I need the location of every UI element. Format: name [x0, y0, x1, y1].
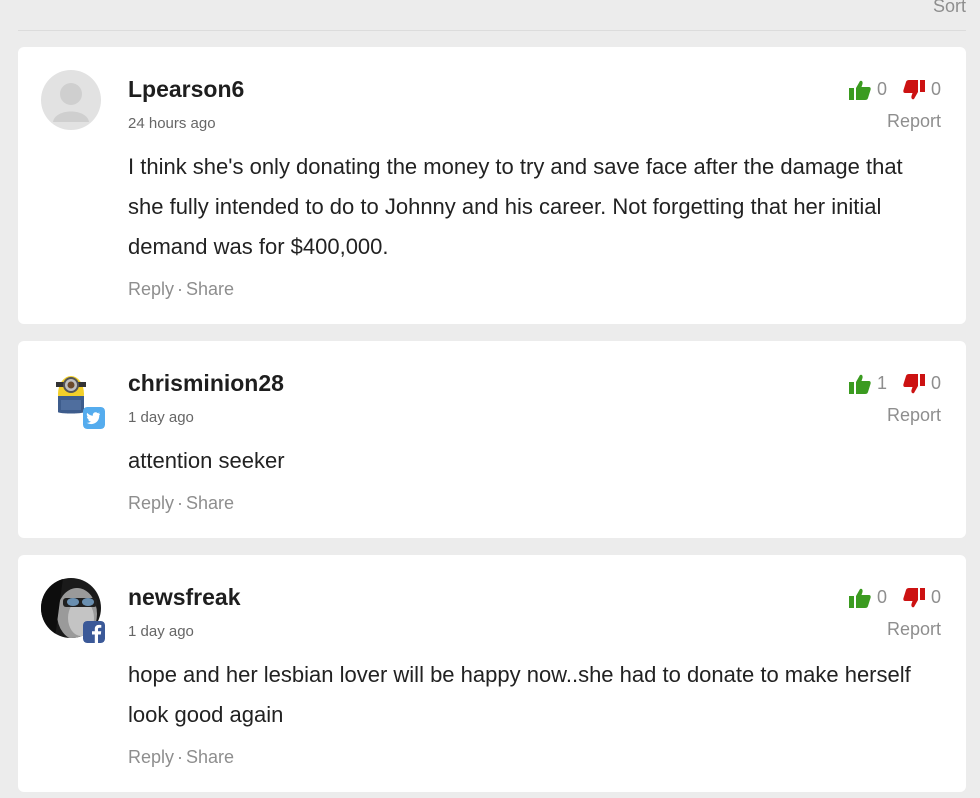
vote-controls: 0 0	[848, 79, 941, 100]
comment-card: chrisminion28 1 day ago 1 0 Report atten…	[18, 341, 966, 538]
report-link[interactable]: Report	[887, 111, 941, 132]
upvote-count: 0	[876, 79, 887, 99]
username[interactable]: newsfreak	[128, 584, 241, 611]
comment-actions: Reply · Share	[128, 493, 234, 514]
comment-card: newsfreak 1 day ago 0 0 Report hope and …	[18, 555, 966, 792]
downvote-count: 0	[930, 587, 941, 607]
twitter-icon	[83, 407, 105, 429]
thumbs-down-icon	[903, 79, 925, 99]
separator-dot: ·	[177, 747, 184, 767]
separator-dot: ·	[177, 493, 184, 513]
upvote-button[interactable]: 0	[848, 587, 887, 608]
facebook-icon	[83, 621, 105, 643]
comment-actions: Reply · Share	[128, 279, 234, 300]
thumbs-up-icon	[848, 374, 871, 394]
reply-link[interactable]: Reply	[128, 279, 174, 299]
thumbs-down-icon	[903, 373, 925, 393]
upvote-count: 1	[876, 373, 887, 393]
username[interactable]: Lpearson6	[128, 76, 244, 103]
vote-controls: 0 0	[848, 587, 941, 608]
downvote-count: 0	[930, 79, 941, 99]
comment-card: Lpearson6 24 hours ago 0 0 Report I thin…	[18, 47, 966, 324]
default-user-icon	[41, 70, 101, 130]
avatar[interactable]	[41, 70, 101, 130]
thumbs-down-icon	[903, 587, 925, 607]
report-link[interactable]: Report	[887, 405, 941, 426]
share-link[interactable]: Share	[186, 279, 234, 299]
downvote-button[interactable]: 0	[903, 79, 941, 100]
downvote-button[interactable]: 0	[903, 587, 941, 608]
comment-actions: Reply · Share	[128, 747, 234, 768]
reply-link[interactable]: Reply	[128, 493, 174, 513]
comment-text: attention seeker	[128, 448, 285, 473]
report-link[interactable]: Report	[887, 619, 941, 640]
downvote-count: 0	[930, 373, 941, 393]
separator-dot: ·	[177, 279, 184, 299]
upvote-button[interactable]: 0	[848, 79, 887, 100]
comment-text: hope and her lesbian lover will be happy…	[128, 662, 911, 727]
share-link[interactable]: Share	[186, 493, 234, 513]
divider	[18, 30, 966, 31]
upvote-button[interactable]: 1	[848, 373, 887, 394]
thumbs-up-icon	[848, 588, 871, 608]
downvote-button[interactable]: 0	[903, 373, 941, 394]
comments-page: Sort Lpearson6 24 hours ago 0 0 Report I…	[0, 0, 980, 798]
share-link[interactable]: Share	[186, 747, 234, 767]
reply-link[interactable]: Reply	[128, 747, 174, 767]
username[interactable]: chrisminion28	[128, 370, 284, 397]
timestamp: 1 day ago	[128, 409, 194, 426]
thumbs-up-icon	[848, 80, 871, 100]
vote-controls: 1 0	[848, 373, 941, 394]
upvote-count: 0	[876, 587, 887, 607]
timestamp: 24 hours ago	[128, 115, 216, 132]
sort-button[interactable]: Sort	[933, 0, 966, 17]
comment-text: I think she's only donating the money to…	[128, 154, 903, 259]
timestamp: 1 day ago	[128, 623, 194, 640]
